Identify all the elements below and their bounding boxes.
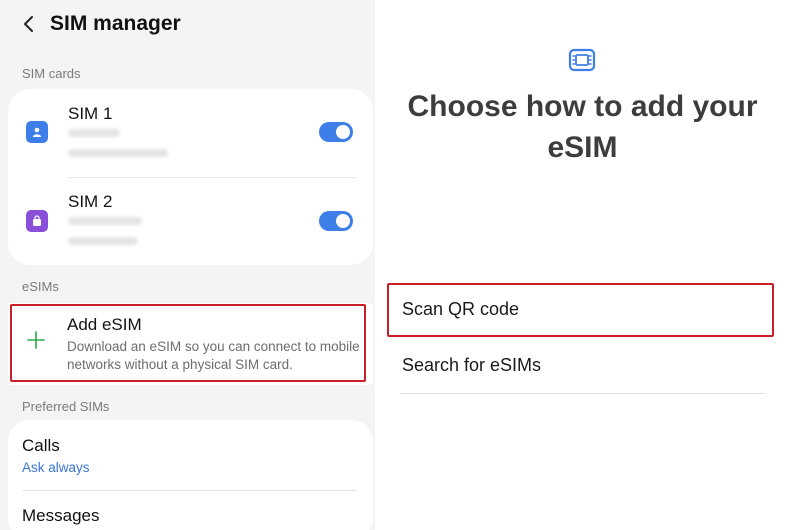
section-label-sim-cards: SIM cards	[22, 66, 81, 81]
section-label-preferred: Preferred SIMs	[22, 399, 110, 414]
messages-label[interactable]: Messages	[22, 506, 99, 526]
sim-name: SIM 2	[68, 192, 113, 211]
sim-row-1[interactable]: SIM 1	[8, 89, 373, 177]
redacted-text	[68, 129, 120, 137]
header: SIM manager	[18, 10, 181, 38]
scan-qr-code-option[interactable]: Scan QR code	[402, 299, 519, 320]
search-for-esims-option[interactable]: Search for eSIMs	[402, 355, 541, 376]
calls-label[interactable]: Calls	[22, 436, 60, 456]
bag-sim-icon	[26, 210, 48, 232]
sim-cards-card: SIM 1 SIM 2	[8, 89, 373, 265]
plus-icon	[27, 331, 45, 349]
sim-manager-panel: SIM manager SIM cards SIM 1 SIM 2 eSIMs …	[0, 0, 375, 530]
redacted-text	[68, 237, 138, 245]
add-esim-description: Download an eSIM so you can connect to m…	[67, 339, 360, 372]
sim-row-2[interactable]: SIM 2	[8, 177, 373, 265]
person-sim-icon	[26, 121, 48, 143]
esim-chip-icon	[568, 48, 596, 72]
calls-value: Ask always	[22, 460, 90, 475]
page-title: SIM manager	[50, 12, 181, 35]
add-esim-panel: Choose how to add your eSIM Scan QR code…	[375, 0, 790, 530]
sim-toggle[interactable]	[319, 122, 353, 142]
chevron-left-icon	[24, 16, 33, 32]
divider	[22, 490, 356, 491]
redacted-text	[68, 149, 168, 157]
sim-toggle[interactable]	[319, 211, 353, 231]
back-button[interactable]	[18, 13, 40, 35]
divider	[400, 393, 765, 394]
page-heading: Choose how to add your eSIM	[407, 90, 758, 164]
sim-name: SIM 1	[68, 104, 113, 123]
section-label-esims: eSIMs	[22, 279, 59, 294]
redacted-text	[68, 217, 142, 225]
add-esim-title: Add eSIM	[67, 315, 142, 334]
